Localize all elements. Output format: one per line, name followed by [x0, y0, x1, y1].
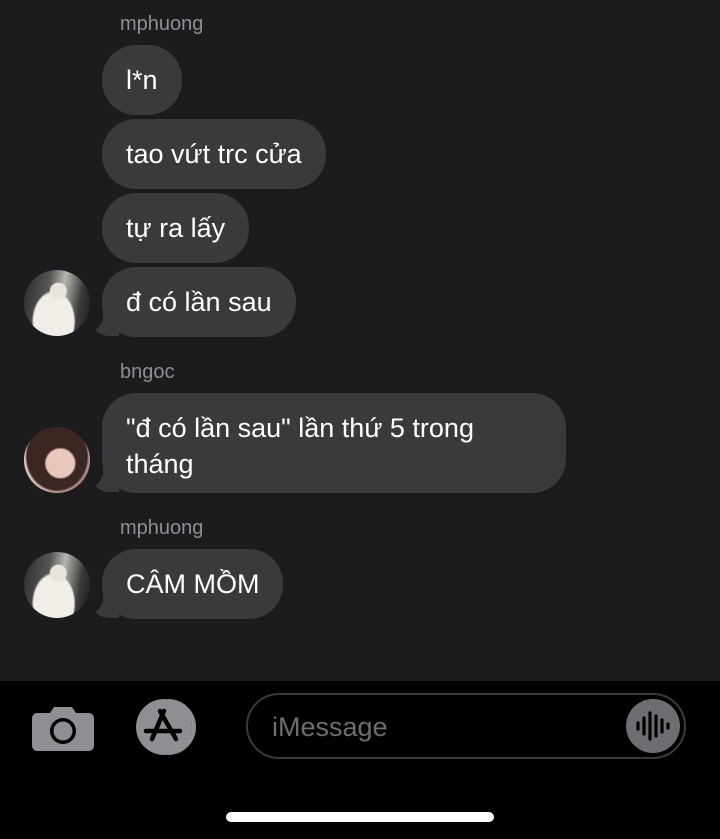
- messages-screen: mphuong l*n tao vứt trc cửa tự ra lấy đ …: [0, 0, 720, 839]
- message-bubble[interactable]: đ có lần sau: [102, 267, 296, 337]
- message-bubble[interactable]: tự ra lấy: [102, 193, 250, 263]
- avatar[interactable]: [24, 427, 90, 493]
- message-bubble[interactable]: "đ có lần sau" lần thứ 5 trong tháng: [102, 393, 566, 493]
- app-store-button[interactable]: [134, 699, 208, 755]
- avatar[interactable]: [24, 270, 90, 336]
- bubble-tail: [91, 594, 119, 618]
- avatar[interactable]: [24, 552, 90, 618]
- sender-name: mphuong: [120, 517, 204, 539]
- compose-bar: iMessage: [0, 681, 720, 839]
- message-bubble[interactable]: l*n: [102, 45, 182, 115]
- message-bubble[interactable]: tao vứt trc cửa: [102, 119, 326, 189]
- camera-button[interactable]: [32, 705, 94, 751]
- message-input-placeholder: iMessage: [272, 712, 388, 742]
- bubble-tail: [91, 468, 119, 492]
- home-indicator[interactable]: [226, 812, 494, 822]
- bubble-tail: [91, 312, 119, 336]
- sender-name: mphuong: [120, 13, 204, 35]
- camera-icon: [32, 707, 94, 751]
- app-store-icon: [136, 699, 196, 755]
- waveform-icon: [636, 711, 670, 741]
- message-thread[interactable]: mphuong l*n tao vứt trc cửa tự ra lấy đ …: [0, 0, 720, 681]
- message-input[interactable]: iMessage: [246, 693, 686, 759]
- dictation-button[interactable]: [626, 699, 680, 753]
- message-bubble[interactable]: CÂM MỒM: [102, 549, 284, 619]
- sender-name: bngoc: [120, 361, 175, 383]
